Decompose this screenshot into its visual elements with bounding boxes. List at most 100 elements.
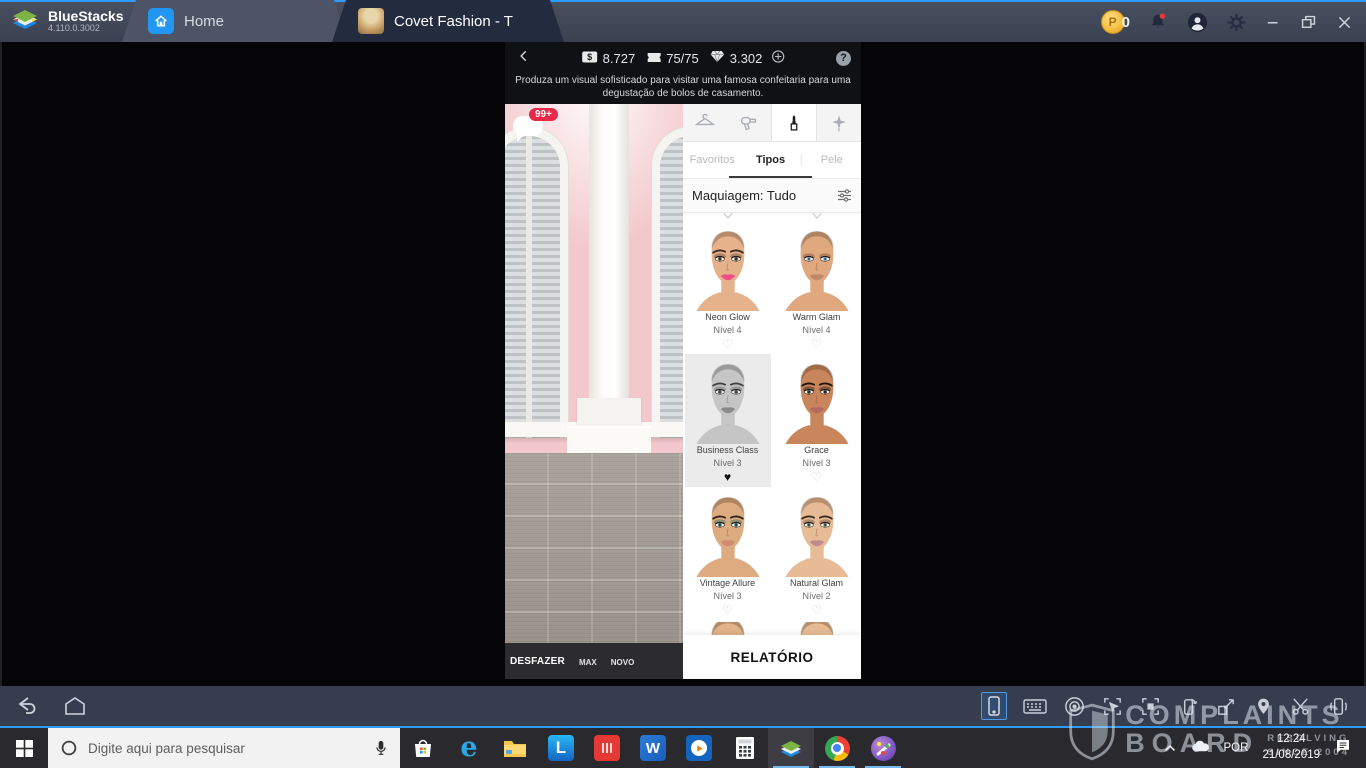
makeup-item[interactable]: Grace Nível 3 ♡: [774, 354, 860, 487]
portrait-mode-icon[interactable]: [981, 692, 1007, 720]
favorite-heart-icon[interactable]: ♡: [774, 471, 860, 483]
tab-hair[interactable]: [727, 104, 771, 141]
makeup-item-name: Business Class: [685, 445, 771, 455]
makeup-item[interactable]: Neon GlowNível 4♡: [685, 221, 771, 354]
taskbar-edge-icon[interactable]: e: [446, 728, 492, 768]
taskbar-l-app-icon[interactable]: L: [538, 728, 584, 768]
tab-covet-fashion[interactable]: Covet Fashion - T: [332, 0, 564, 42]
action-center-icon[interactable]: [1334, 737, 1352, 760]
makeup-face-thumb[interactable]: [689, 223, 767, 311]
makeup-item[interactable]: Warm GlamNível 4♡: [774, 221, 860, 354]
windows-taskbar: Digite aqui para pesquisar e L: [0, 728, 1366, 768]
restore-button[interactable]: [1299, 13, 1318, 32]
cursor-aim-icon[interactable]: [1101, 695, 1124, 718]
game-header: $ 8.727 75/75 3.302 ?: [505, 42, 861, 74]
makeup-item[interactable]: Natural GlamNível 2♡: [774, 487, 860, 620]
taskbar-bluestacks-icon[interactable]: [768, 728, 814, 768]
clock-date: 21/08/2019: [1262, 748, 1320, 764]
language-indicator[interactable]: POR: [1224, 742, 1249, 754]
diamonds-amount: 3.302: [730, 51, 763, 66]
makeup-face-thumb[interactable]: [778, 489, 856, 577]
taskbar-media-player-icon[interactable]: [676, 728, 722, 768]
favorite-heart-icon[interactable]: ♡: [774, 604, 860, 616]
back-arrow-icon[interactable]: [517, 49, 531, 68]
taskbar-word-icon[interactable]: W: [630, 728, 676, 768]
add-currency-icon[interactable]: [771, 50, 784, 66]
help-icon[interactable]: ?: [836, 51, 851, 66]
favorite-heart-icon[interactable]: ♡: [685, 338, 771, 350]
cash-icon: $: [582, 51, 598, 66]
favorite-heart-icon[interactable]: ♡: [685, 604, 771, 616]
max-toggle[interactable]: MAX: [579, 652, 597, 670]
filter-row[interactable]: Maquiagem: Tudo: [683, 179, 861, 213]
target-aim-icon[interactable]: [1139, 695, 1162, 718]
tab-clothes[interactable]: [683, 104, 727, 141]
taskbar-calculator-icon[interactable]: [722, 728, 768, 768]
profile-icon[interactable]: [1186, 11, 1209, 34]
game-controls-eye-icon[interactable]: [1063, 695, 1086, 718]
makeup-face-thumb[interactable]: [689, 489, 767, 577]
scissors-cut-icon[interactable]: [1289, 695, 1312, 718]
notifications-bell-icon[interactable]: [1147, 11, 1169, 33]
column-base: [577, 398, 641, 428]
microphone-icon[interactable]: [374, 739, 388, 758]
makeup-item[interactable]: Business ClassNível 3♥: [685, 354, 771, 487]
tab-makeup[interactable]: [771, 104, 817, 141]
subtabs: Favoritos Tipos | Pele: [683, 142, 861, 179]
onedrive-cloud-icon[interactable]: [1190, 739, 1210, 757]
tickets-amount: 75/75: [666, 51, 699, 66]
diamonds-icon: [710, 50, 725, 66]
styling-panel: Favoritos Tipos | Pele Maquiagem: Tudo: [683, 104, 861, 679]
undo-button[interactable]: DESFAZER: [510, 656, 565, 667]
subtab-favoritos[interactable]: Favoritos: [683, 142, 741, 178]
makeup-face-thumb[interactable]: [778, 356, 856, 444]
chat-unread-badge: 99+: [529, 108, 558, 121]
right-window: [651, 126, 683, 438]
rotate-device-icon[interactable]: [1177, 695, 1200, 718]
makeup-item-name: Grace: [774, 445, 860, 455]
taskbar-search[interactable]: Digite aqui para pesquisar: [48, 728, 400, 768]
tab-accessories[interactable]: [817, 104, 861, 141]
makeup-face-thumb[interactable]: [778, 223, 856, 311]
points-counter[interactable]: P 0: [1101, 10, 1130, 34]
taskbar-clock[interactable]: 12:24 21/08/2019: [1262, 732, 1320, 763]
tickets-icon: [646, 51, 661, 66]
android-home-icon[interactable]: [62, 695, 88, 717]
makeup-scroll-area[interactable]: Neon GlowNível 4♡ Warm GlamNível 4♡: [683, 213, 861, 679]
taskbar-explorer-icon[interactable]: [492, 728, 538, 768]
minimize-button[interactable]: [1264, 13, 1282, 31]
makeup-face-thumb[interactable]: [689, 356, 767, 444]
svg-text:$: $: [587, 52, 592, 62]
shake-device-icon[interactable]: [1327, 695, 1350, 718]
location-pin-icon[interactable]: [1253, 695, 1274, 718]
fullscreen-icon[interactable]: [1215, 695, 1238, 718]
tray-chevron-icon[interactable]: [1164, 739, 1176, 757]
taskbar-red-app-icon[interactable]: [584, 728, 630, 768]
dressing-scene: 99+: [505, 104, 683, 643]
taskbar-paint-icon[interactable]: [860, 728, 906, 768]
close-button[interactable]: [1335, 13, 1354, 32]
previous-row-hearts: [683, 213, 861, 221]
favorite-heart-icon[interactable]: ♥: [685, 471, 771, 483]
brand-name: BlueStacks: [48, 9, 123, 24]
covet-avatar-icon: [358, 8, 384, 34]
filter-sliders-icon[interactable]: [837, 189, 852, 202]
tab-home[interactable]: Home: [122, 0, 348, 42]
makeup-item-level: Nível 3: [774, 458, 860, 468]
report-button[interactable]: RELATÓRIO: [683, 635, 861, 679]
main-area: $ 8.727 75/75 3.302 ? P: [0, 42, 1366, 686]
clock-time: 12:24: [1262, 732, 1320, 748]
start-button[interactable]: [0, 728, 48, 768]
keyboard-icon[interactable]: [1022, 696, 1048, 716]
partial-heart-icon: [812, 213, 822, 219]
subtab-tipos[interactable]: Tipos: [741, 142, 799, 178]
subtab-pele[interactable]: Pele: [803, 142, 861, 178]
makeup-item[interactable]: Vintage AllureNível 3♡: [685, 487, 771, 620]
taskbar-store-icon[interactable]: [400, 728, 446, 768]
favorite-heart-icon[interactable]: ♡: [774, 338, 860, 350]
titlebar: BlueStacks 4.110.0.3002 Home Covet Fashi…: [0, 0, 1366, 42]
settings-gear-icon[interactable]: [1226, 12, 1247, 33]
android-back-icon[interactable]: [14, 695, 40, 717]
novo-toggle[interactable]: NOVO: [611, 652, 635, 670]
taskbar-chrome-icon[interactable]: [814, 728, 860, 768]
